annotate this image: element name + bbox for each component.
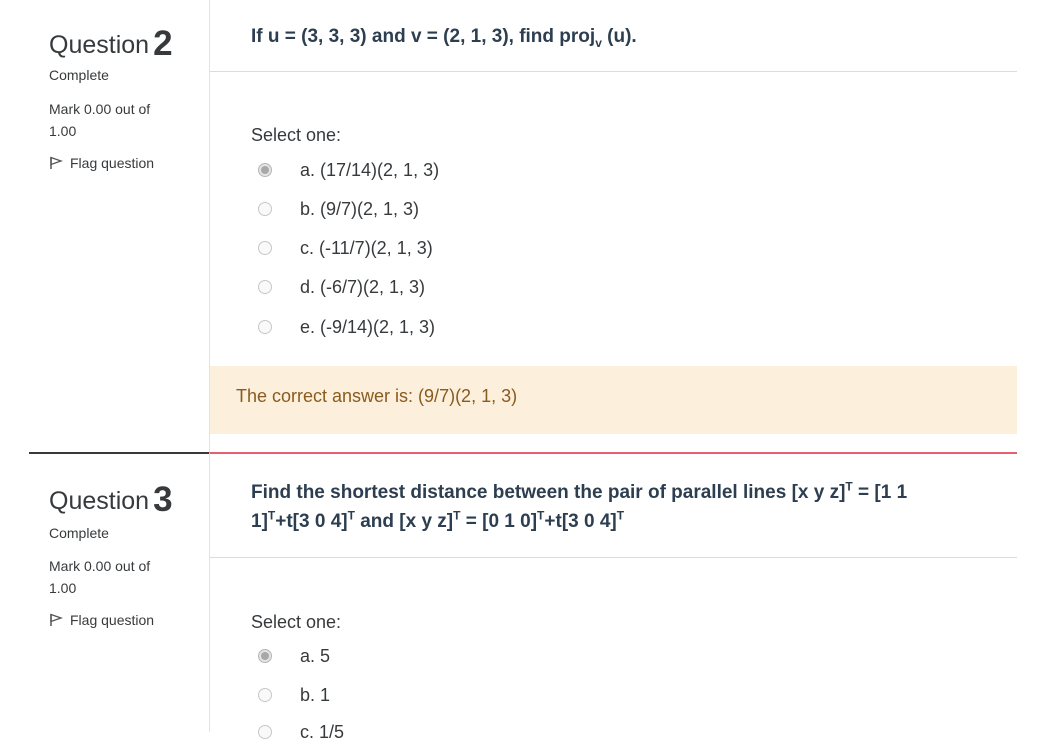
question-label: Question: [49, 31, 150, 59]
radio-button[interactable]: [258, 202, 272, 216]
flag-question-label: Flag question: [70, 155, 155, 171]
question-grade: Mark 0.00 out of 1.00: [49, 558, 151, 596]
question-text-part: (u).: [601, 26, 637, 47]
question-text-sup: T: [616, 508, 625, 523]
question-grade: Mark 0.00 out of 1.00: [49, 101, 151, 139]
question-text-sub: v: [595, 35, 602, 50]
flag-question-link[interactable]: Flag question: [49, 155, 154, 171]
flag-question-link[interactable]: Flag question: [49, 612, 154, 628]
answer-option-a[interactable]: a. 5: [258, 644, 330, 668]
question-label: Question: [49, 487, 150, 515]
answer-option-label: a. (17/14)(2, 1, 3): [300, 159, 440, 180]
answer-option-label: c. (-11/7)(2, 1, 3): [300, 237, 433, 258]
answer-option-label: b. 1: [300, 684, 331, 705]
answer-option-c[interactable]: c. (-11/7)(2, 1, 3): [258, 236, 433, 260]
answer-option-label: c. 1/5: [300, 721, 345, 742]
correct-answer-text: The correct answer is: (9/7)(2, 1, 3): [236, 386, 518, 406]
question-text-part: and [x y z]: [354, 511, 454, 532]
radio-button[interactable]: [258, 649, 272, 663]
question-number-value: 2: [153, 24, 173, 63]
answer-option-e[interactable]: e. (-9/14)(2, 1, 3): [258, 315, 435, 339]
answer-option-label: b. (9/7)(2, 1, 3): [300, 198, 420, 219]
select-one-prompt: Select one:: [251, 125, 342, 145]
answer-option-label: a. 5: [300, 645, 331, 666]
radio-button[interactable]: [258, 320, 272, 334]
question-text-part: = [0 1 0]: [460, 511, 538, 532]
question-divider: [210, 71, 1017, 72]
question-state: Complete: [49, 525, 109, 541]
radio-button[interactable]: [258, 688, 272, 702]
question-state: Complete: [49, 67, 109, 83]
flag-icon: [50, 613, 63, 626]
flag-question-label: Flag question: [70, 612, 155, 628]
question-3: Question 3 Complete Mark 0.00 out of 1.00…: [0, 452, 1043, 742]
radio-button[interactable]: [258, 725, 272, 739]
question-text-sup: T: [347, 508, 355, 523]
question-text: Find the shortest distance between the p…: [251, 478, 951, 536]
feedback-box: The correct answer is: (9/7)(2, 1, 3): [210, 366, 1017, 434]
question-text-part: Find the shortest distance between the p…: [251, 482, 846, 503]
answer-option-label: e. (-9/14)(2, 1, 3): [300, 316, 436, 337]
question-text: If u = (3, 3, 3) and v = (2, 1, 3), find…: [251, 22, 951, 51]
question-divider: [210, 557, 1017, 558]
answer-option-label: d. (-6/7)(2, 1, 3): [300, 276, 426, 297]
radio-button[interactable]: [258, 241, 272, 255]
question-text-part: +t[3 0 4]: [275, 511, 348, 532]
answer-option-c[interactable]: c. 1/5: [258, 720, 344, 744]
answer-option-d[interactable]: d. (-6/7)(2, 1, 3): [258, 275, 425, 299]
select-one-prompt: Select one:: [251, 612, 342, 632]
question-2: Question 2 Complete Mark 0.00 out of 1.00…: [0, 0, 1043, 452]
radio-button[interactable]: [258, 280, 272, 294]
answer-option-b[interactable]: b. 1: [258, 683, 330, 707]
radio-button[interactable]: [258, 163, 272, 177]
question-info: Question 3 Complete Mark 0.00 out of 1.00…: [29, 452, 209, 628]
question-content: Find the shortest distance between the p…: [209, 452, 1017, 742]
question-number-value: 3: [153, 480, 173, 519]
question-text-part: If u = (3, 3, 3) and v = (2, 1, 3), find…: [251, 26, 596, 47]
question-content: If u = (3, 3, 3) and v = (2, 1, 3), find…: [209, 0, 1017, 452]
question-text-sup: T: [845, 479, 853, 494]
answer-option-a[interactable]: a. (17/14)(2, 1, 3): [258, 158, 439, 182]
answer-option-b[interactable]: b. (9/7)(2, 1, 3): [258, 197, 419, 221]
question-text-part: +t[3 0 4]: [544, 511, 617, 532]
flag-icon: [50, 156, 63, 169]
question-number: Question 3: [49, 480, 173, 520]
question-number: Question 2: [49, 24, 173, 64]
